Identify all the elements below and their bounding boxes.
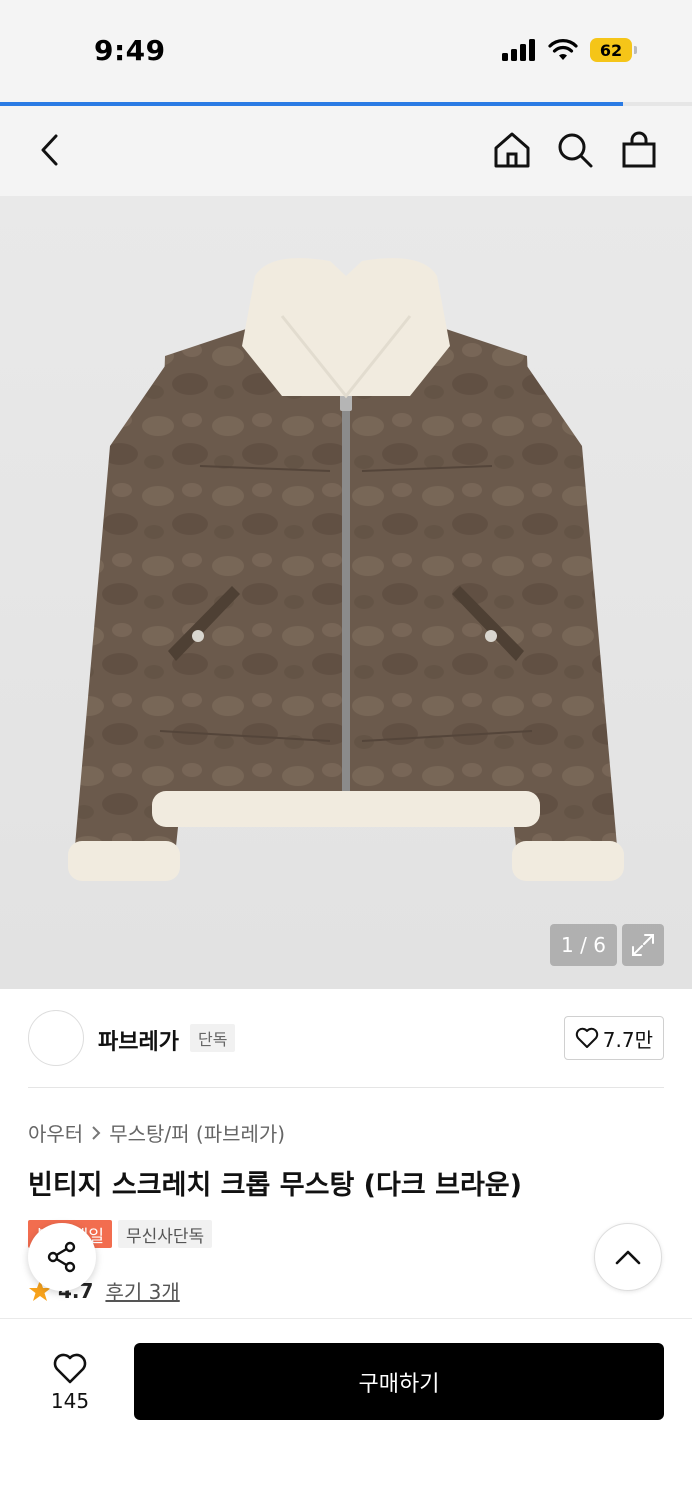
brand-name[interactable]: 파브레가 [98,1024,179,1056]
breadcrumb-category[interactable]: 아우터 [28,1118,83,1147]
bottom-action-bar: 145 구매하기 [0,1318,692,1500]
jacket-image [68,258,624,881]
battery-level: 62 [599,40,623,60]
shopping-bag-icon [622,131,656,168]
brand-logo[interactable] [28,1010,84,1066]
chevron-left-icon [41,134,58,166]
expand-image-button[interactable] [622,924,664,966]
breadcrumb-subcategory[interactable]: 무스탕/퍼 (파브레가) [109,1118,285,1147]
breadcrumb: 아우터 무스탕/퍼 (파브레가) [28,1118,285,1147]
search-button[interactable] [553,128,597,172]
brand-exclusive-tag: 단독 [190,1024,236,1052]
battery-indicator: 62 [590,38,637,62]
chevron-up-icon [615,1250,641,1265]
back-button[interactable] [28,128,72,172]
chevron-right-icon [92,1125,101,1140]
wifi-icon [548,39,578,60]
review-link[interactable]: 후기 3개 [105,1276,179,1305]
expand-icon [632,934,654,956]
brand-like-button[interactable]: 7.7만 [563,1016,664,1060]
wishlist-button[interactable]: 145 [28,1347,112,1419]
brand-like-count: 7.7만 [602,1027,653,1052]
product-title: 빈티지 스크레치 크롭 무스탕 (다크 브라운) [28,1170,522,1201]
image-counter: 1 / 6 [550,924,617,966]
share-icon [47,1241,76,1273]
signal-icon [502,39,535,61]
wishlist-count: 145 [50,1389,90,1413]
status-bar: 9:49 62 [0,0,692,104]
status-time: 9:49 [94,34,166,67]
heart-icon [53,1353,87,1384]
status-icons: 62 [502,38,637,62]
exclusive-badge: 무신사단독 [117,1220,213,1248]
top-nav [0,106,692,196]
divider [28,1087,664,1088]
brand-row: 파브레가 단독 7.7만 [28,1010,664,1068]
share-button[interactable] [28,1223,96,1291]
buy-button[interactable]: 구매하기 [134,1343,664,1420]
product-image-gallery[interactable] [0,196,692,989]
cart-button[interactable] [617,128,661,172]
scroll-top-button[interactable] [594,1223,662,1291]
heart-icon [575,1027,598,1048]
search-icon [558,133,593,168]
home-button[interactable] [490,128,534,172]
home-icon [494,132,530,168]
